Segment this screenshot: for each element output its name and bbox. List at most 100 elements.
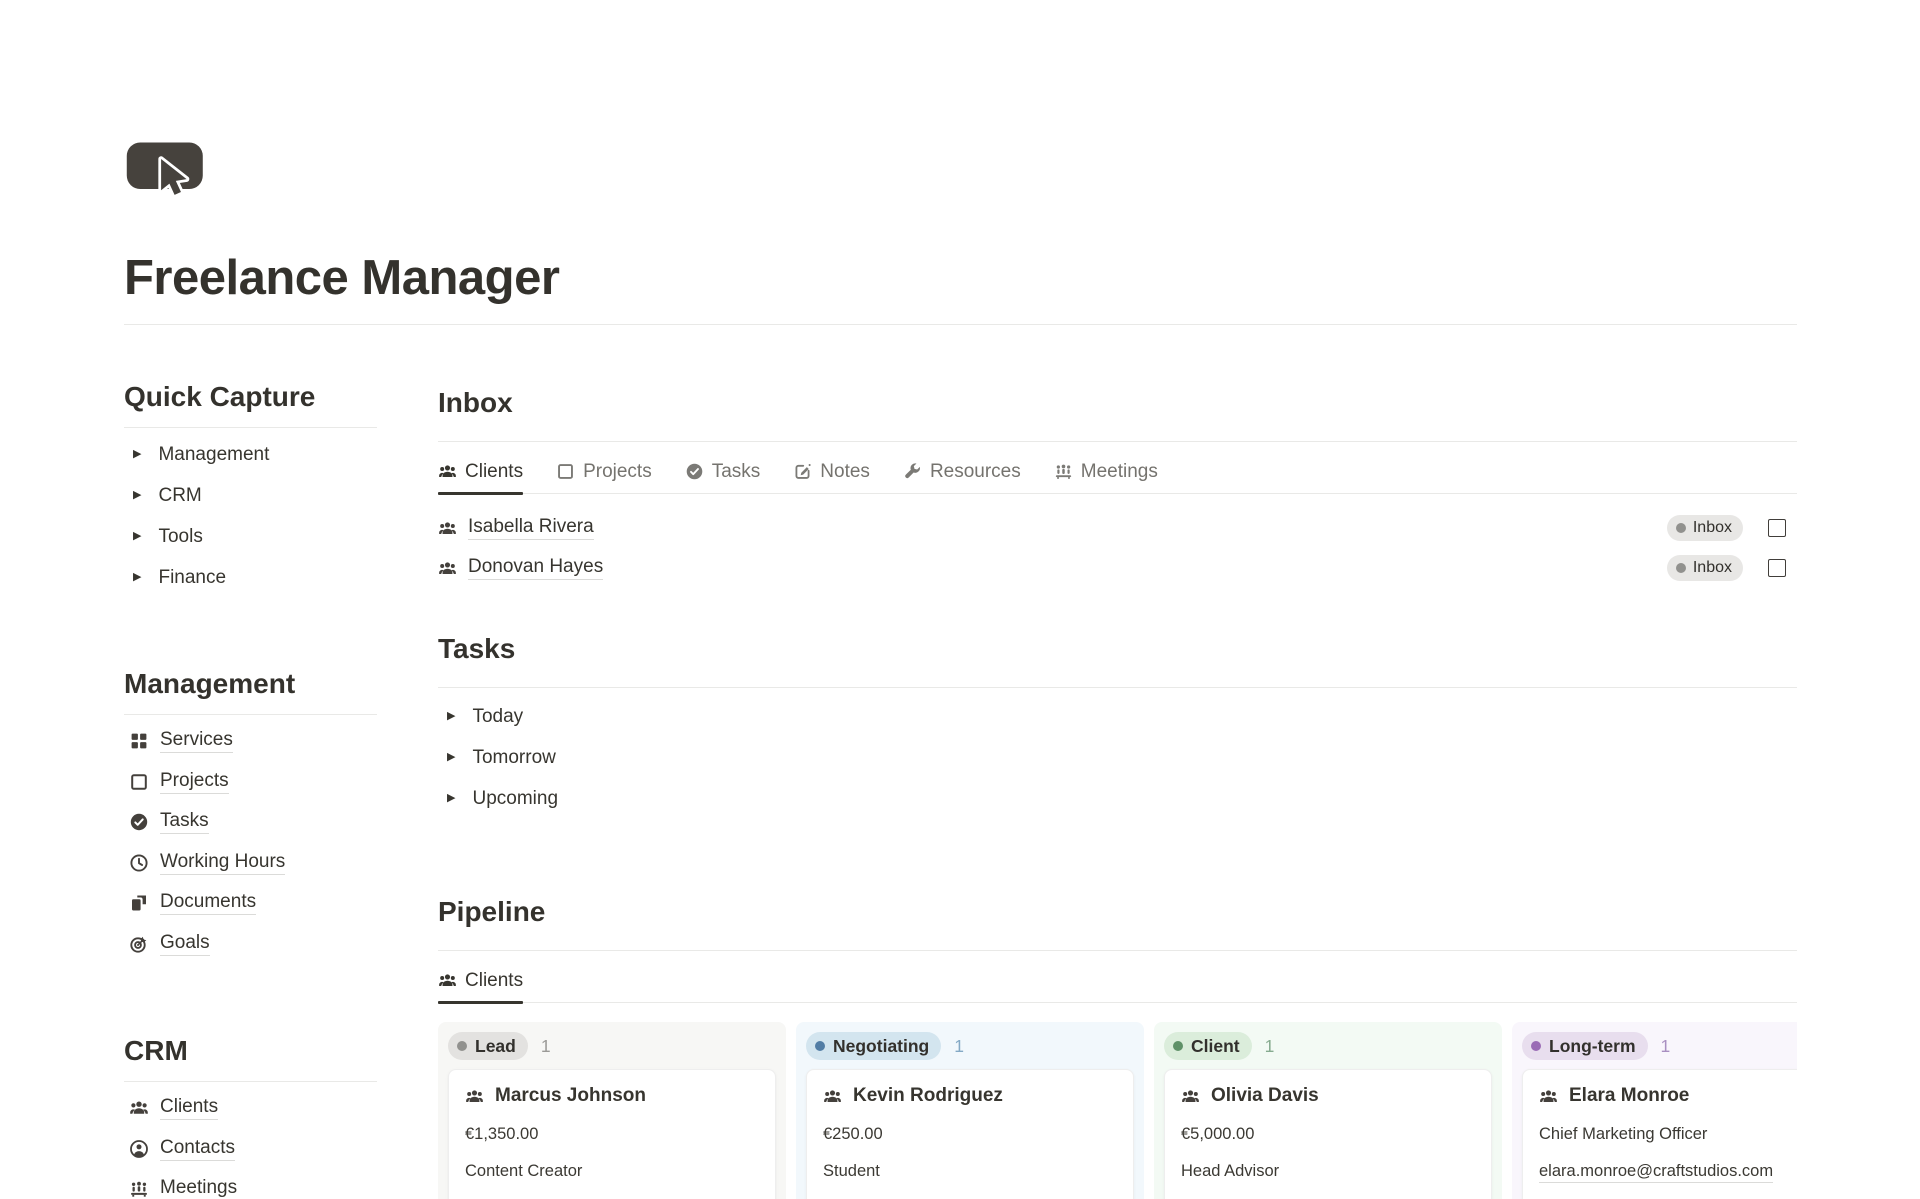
pipeline-card[interactable]: Kevin Rodriguez €250.00 Student bbox=[806, 1069, 1134, 1199]
grid-icon bbox=[129, 731, 149, 751]
toggle-crm[interactable]: ▶ CRM bbox=[124, 475, 377, 516]
people-icon bbox=[438, 462, 457, 481]
toggle-label: Today bbox=[472, 706, 523, 728]
square-icon bbox=[129, 772, 149, 792]
column-count: 1 bbox=[541, 1036, 551, 1057]
sidebar-item-meetings[interactable]: Meetings bbox=[124, 1169, 377, 1199]
badge-label: Inbox bbox=[1693, 559, 1732, 577]
divider bbox=[438, 687, 1797, 688]
toggle-management[interactable]: ▶ Management bbox=[124, 434, 377, 475]
meeting-icon bbox=[129, 1179, 149, 1199]
people-icon bbox=[438, 519, 457, 538]
sidebar-item-label: Tasks bbox=[160, 810, 209, 834]
sidebar-heading-quick-capture: Quick Capture bbox=[124, 381, 377, 413]
sidebar-item-label: Goals bbox=[160, 932, 210, 956]
tab-meetings[interactable]: Meetings bbox=[1054, 450, 1158, 493]
tab-label: Meetings bbox=[1081, 461, 1158, 483]
card-value: €1,350.00 bbox=[465, 1125, 759, 1144]
people-icon bbox=[465, 1087, 484, 1106]
divider bbox=[438, 950, 1797, 951]
list-item[interactable]: Isabella Rivera Inbox bbox=[438, 508, 1797, 548]
people-icon bbox=[438, 559, 457, 578]
people-icon bbox=[1181, 1087, 1200, 1106]
target-icon bbox=[129, 934, 149, 954]
sidebar-item-clients[interactable]: Clients bbox=[124, 1088, 377, 1129]
sidebar: Quick Capture ▶ Management ▶ CRM ▶ Tools… bbox=[124, 325, 377, 1199]
divider bbox=[124, 714, 377, 715]
pipeline-card[interactable]: Elara Monroe Chief Marketing Officer ela… bbox=[1522, 1069, 1797, 1199]
tasks-heading: Tasks bbox=[438, 633, 1797, 665]
toggle-tools[interactable]: ▶ Tools bbox=[124, 516, 377, 557]
board-column-negotiating: Negotiating 1 Kevin Rodriguez €250.00 St… bbox=[796, 1022, 1144, 1199]
toggle-label: Tomorrow bbox=[472, 747, 555, 769]
status-pill-long-term[interactable]: Long-term bbox=[1522, 1032, 1648, 1060]
sidebar-item-services[interactable]: Services bbox=[124, 721, 377, 762]
checkbox[interactable] bbox=[1768, 559, 1786, 577]
status-pill-negotiating[interactable]: Negotiating bbox=[806, 1032, 941, 1060]
pipeline-heading: Pipeline bbox=[438, 896, 1797, 928]
status-label: Negotiating bbox=[833, 1036, 929, 1057]
tasks-toggles: ▶ Today ▶ Tomorrow ▶ Upcoming bbox=[438, 696, 1797, 819]
people-icon bbox=[438, 971, 457, 990]
toggle-triangle-icon: ▶ bbox=[133, 449, 141, 460]
sidebar-item-label: Contacts bbox=[160, 1137, 235, 1161]
sidebar-item-label: Clients bbox=[160, 1096, 218, 1120]
tab-notes[interactable]: Notes bbox=[793, 450, 870, 493]
toggle-today[interactable]: ▶ Today bbox=[438, 696, 1797, 737]
toggle-upcoming[interactable]: ▶ Upcoming bbox=[438, 778, 1797, 819]
sidebar-item-documents[interactable]: Documents bbox=[124, 883, 377, 924]
tab-clients[interactable]: Clients bbox=[438, 450, 523, 493]
tab-pipeline-clients[interactable]: Clients bbox=[438, 959, 523, 1002]
badge-dot-icon bbox=[1676, 563, 1686, 573]
badge-label: Inbox bbox=[1693, 519, 1732, 537]
client-name-link[interactable]: Isabella Rivera bbox=[468, 516, 594, 540]
toggle-tomorrow[interactable]: ▶ Tomorrow bbox=[438, 737, 1797, 778]
note-icon bbox=[793, 462, 812, 481]
list-item[interactable]: Donovan Hayes Inbox bbox=[438, 548, 1797, 588]
wrench-icon bbox=[903, 462, 922, 481]
sidebar-item-goals[interactable]: Goals bbox=[124, 924, 377, 965]
sidebar-item-contacts[interactable]: Contacts bbox=[124, 1129, 377, 1170]
quick-capture-toggles: ▶ Management ▶ CRM ▶ Tools ▶ Finance bbox=[124, 434, 377, 598]
sidebar-item-working-hours[interactable]: Working Hours bbox=[124, 843, 377, 884]
meeting-icon bbox=[1054, 462, 1073, 481]
card-description: Content Creator bbox=[465, 1162, 759, 1181]
status-dot-icon bbox=[815, 1041, 825, 1051]
column-count: 1 bbox=[1265, 1036, 1275, 1057]
client-name-link[interactable]: Donovan Hayes bbox=[468, 556, 603, 580]
card-email-link[interactable]: elara.monroe@craftstudios.com bbox=[1539, 1162, 1773, 1183]
toggle-triangle-icon: ▶ bbox=[447, 793, 455, 804]
status-pill-lead[interactable]: Lead bbox=[448, 1032, 528, 1060]
square-icon bbox=[556, 462, 575, 481]
tab-resources[interactable]: Resources bbox=[903, 450, 1021, 493]
main-content: Inbox Clients Projects Tasks Notes bbox=[438, 325, 1797, 1199]
toggle-triangle-icon: ▶ bbox=[133, 572, 141, 583]
checkbox[interactable] bbox=[1768, 519, 1786, 537]
tab-projects[interactable]: Projects bbox=[556, 450, 652, 493]
card-name: Marcus Johnson bbox=[495, 1085, 646, 1107]
tab-label: Resources bbox=[930, 461, 1021, 483]
tab-label: Notes bbox=[820, 461, 870, 483]
card-name: Kevin Rodriguez bbox=[853, 1085, 1003, 1107]
clock-icon bbox=[129, 853, 149, 873]
status-dot-icon bbox=[1173, 1041, 1183, 1051]
pipeline-card[interactable]: Olivia Davis €5,000.00 Head Advisor bbox=[1164, 1069, 1492, 1199]
card-role: Chief Marketing Officer bbox=[1539, 1125, 1797, 1144]
status-badge: Inbox bbox=[1667, 515, 1743, 541]
toggle-triangle-icon: ▶ bbox=[447, 752, 455, 763]
status-pill-client[interactable]: Client bbox=[1164, 1032, 1252, 1060]
status-badge: Inbox bbox=[1667, 555, 1743, 581]
toggle-finance[interactable]: ▶ Finance bbox=[124, 557, 377, 598]
sidebar-item-tasks[interactable]: Tasks bbox=[124, 802, 377, 843]
inbox-heading: Inbox bbox=[438, 387, 1797, 419]
inbox-tabs: Clients Projects Tasks Notes Resources bbox=[438, 450, 1797, 494]
toggle-triangle-icon: ▶ bbox=[133, 490, 141, 501]
pipeline-board: Lead 1 Marcus Johnson €1,350.00 Content … bbox=[438, 1022, 1797, 1199]
badge-dot-icon bbox=[1676, 523, 1686, 533]
tab-tasks[interactable]: Tasks bbox=[685, 450, 761, 493]
sidebar-item-projects[interactable]: Projects bbox=[124, 762, 377, 803]
sidebar-item-label: Projects bbox=[160, 770, 229, 794]
sidebar-item-label: Working Hours bbox=[160, 851, 285, 875]
page-title: Freelance Manager bbox=[124, 250, 1797, 306]
pipeline-card[interactable]: Marcus Johnson €1,350.00 Content Creator bbox=[448, 1069, 776, 1199]
